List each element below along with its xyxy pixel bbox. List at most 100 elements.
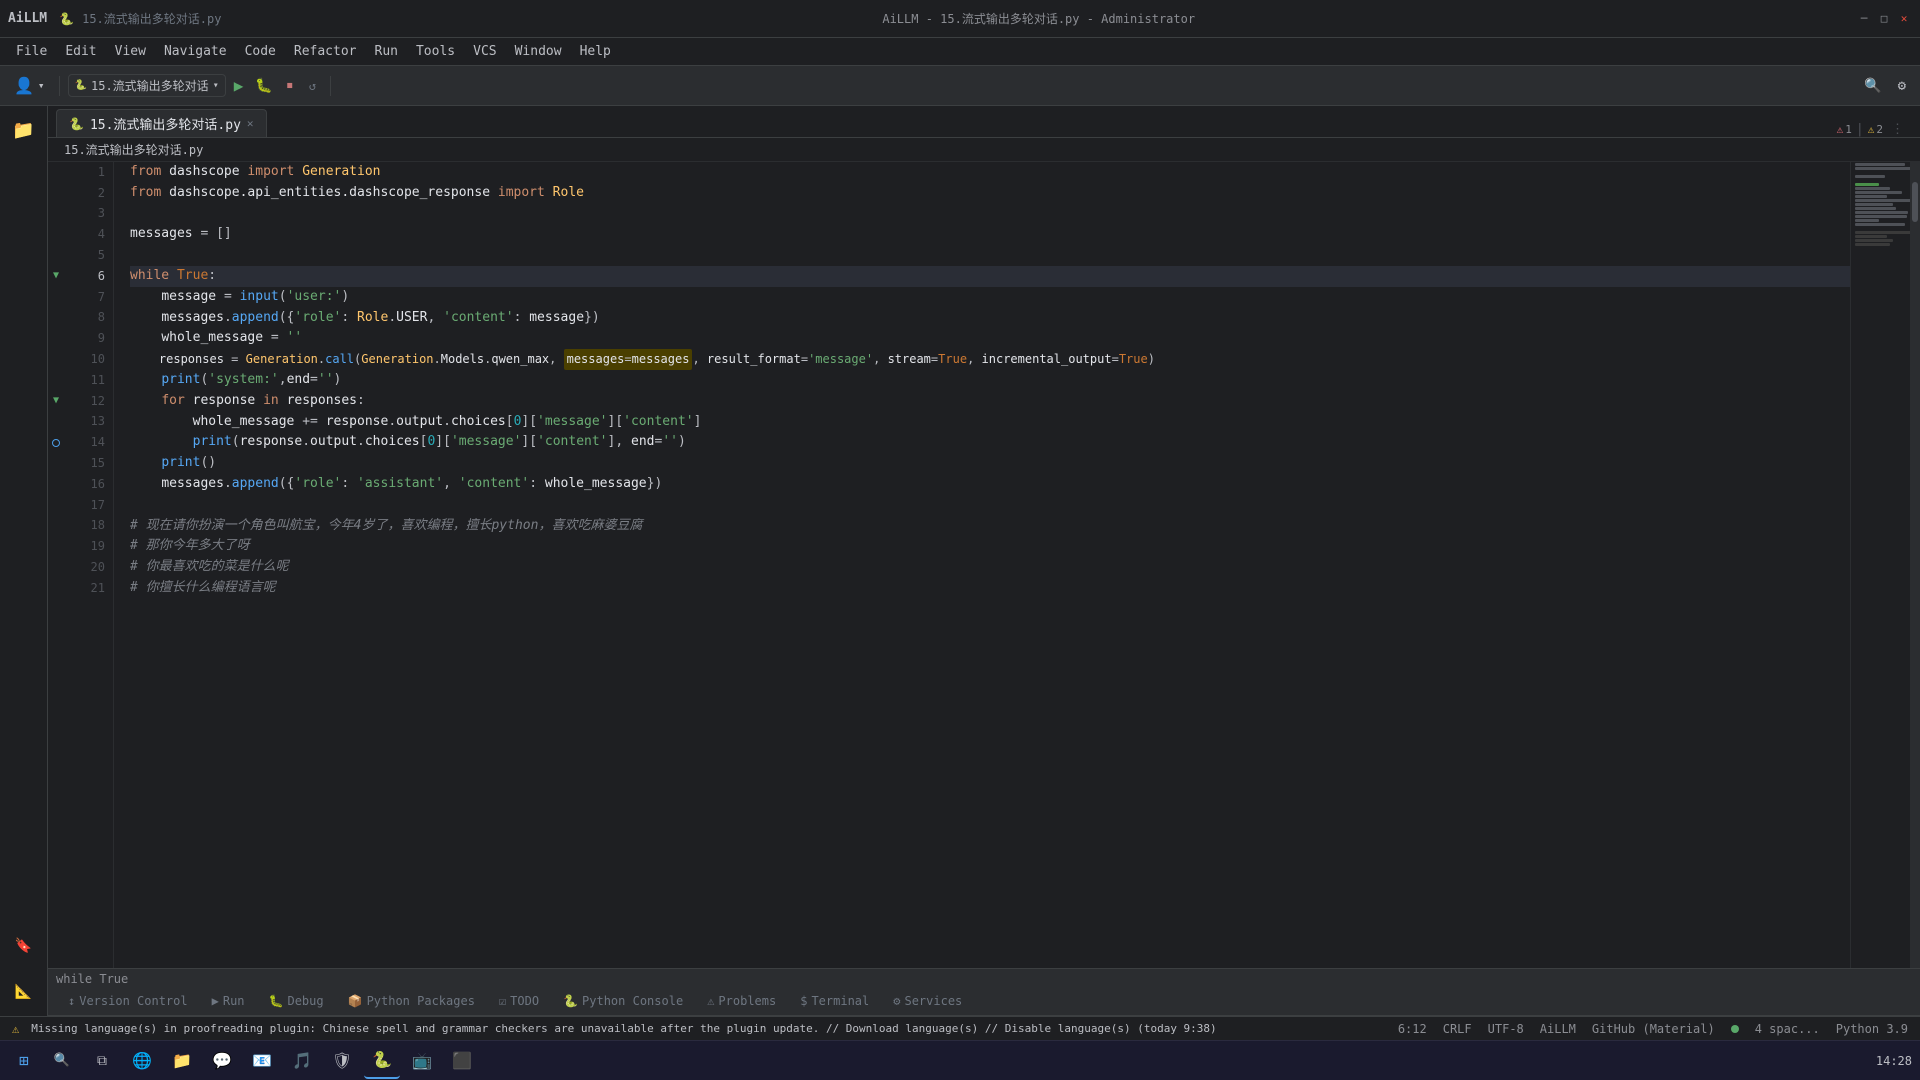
tab-terminal[interactable]: $ Terminal [788, 990, 881, 1014]
gutter-1 [48, 162, 64, 183]
line-num-19: 19 [72, 536, 105, 557]
tab-problems[interactable]: ⚠ Problems [695, 990, 788, 1014]
tab-debug[interactable]: 🐛 Debug [257, 990, 336, 1014]
maximize-button[interactable]: □ [1876, 11, 1892, 27]
menu-refactor[interactable]: Refactor [286, 42, 365, 61]
tab-python-packages-label: Python Packages [367, 994, 475, 1008]
taskbar-edge[interactable]: 🌐 [124, 1043, 160, 1079]
tab-problems-label: Problems [718, 994, 776, 1008]
code-line-12: for response in responses: [130, 391, 1850, 412]
line-num-18: 18 [72, 516, 105, 537]
menu-tools[interactable]: Tools [408, 42, 463, 61]
tab-services-label: Services [904, 994, 962, 1008]
gutter-4 [48, 224, 64, 245]
taskbar-music[interactable]: 🎵 [284, 1043, 320, 1079]
menu-view[interactable]: View [107, 42, 154, 61]
vertical-scrollbar[interactable] [1910, 162, 1920, 968]
gutter-6[interactable]: ▼ [48, 266, 64, 287]
sidebar-project-icon[interactable]: 📁 [4, 110, 44, 150]
taskbar-task-view[interactable]: ⧉ [84, 1043, 120, 1079]
line-num-4: 4 [72, 224, 105, 245]
status-right-section: 6:12 CRLF UTF-8 AiLLM GitHub (Material) … [1394, 1022, 1912, 1036]
app-window: AiLLM 🐍 15.流式输出多轮对话.py AiLLM - 15.流式输出多轮… [0, 0, 1920, 1080]
vcs-text: GitHub (Material) [1592, 1022, 1715, 1036]
taskbar-mail[interactable]: 📧 [244, 1043, 280, 1079]
code-content[interactable]: from dashscope import Generation from da… [114, 162, 1850, 968]
tab-todo[interactable]: ☑ TODO [487, 990, 551, 1014]
code-line-7: message = input('user:') [130, 287, 1850, 308]
menu-run[interactable]: Run [367, 42, 406, 61]
taskbar-search[interactable]: 🔍 [44, 1043, 80, 1079]
more-options-button[interactable]: ⋮ [1891, 122, 1904, 137]
terminal-icon: $ [800, 994, 807, 1008]
close-button[interactable]: ✕ [1896, 11, 1912, 27]
title-bar: AiLLM 🐍 15.流式输出多轮对话.py AiLLM - 15.流式输出多轮… [0, 0, 1920, 38]
debug-button[interactable]: 🐛 [251, 78, 276, 94]
taskbar-explorer[interactable]: 📁 [164, 1043, 200, 1079]
status-charset[interactable]: UTF-8 [1484, 1022, 1528, 1036]
status-profile[interactable]: AiLLM [1536, 1022, 1580, 1036]
tab-python-console[interactable]: 🐍 Python Console [551, 990, 695, 1014]
code-line-14: print(response.output.choices[0]['messag… [130, 432, 1850, 453]
reload-button[interactable]: ↺ [303, 76, 322, 96]
settings-button[interactable]: ⚙ [1892, 75, 1912, 97]
gutter-18 [48, 516, 64, 537]
line-num-13: 13 [72, 412, 105, 433]
taskbar-terminal-app[interactable]: ⬛ [444, 1043, 480, 1079]
run-config-selector[interactable]: 🐍 15.流式输出多轮对话 ▾ [68, 74, 226, 97]
taskbar-pycharm[interactable]: 🐍 [364, 1043, 400, 1079]
sidebar-structure-icon[interactable]: 📐 [4, 972, 44, 1012]
menu-vcs[interactable]: VCS [465, 42, 504, 61]
line-numbers: 1 2 3 4 5 6 7 8 9 10 11 12 13 14 [64, 162, 114, 968]
scroll-thumb[interactable] [1912, 182, 1918, 222]
windows-start-button[interactable]: ⊞ [8, 1045, 40, 1077]
line-ending-text: CRLF [1443, 1022, 1472, 1036]
minimize-button[interactable]: ─ [1856, 11, 1872, 27]
version-control-icon: ↕ [68, 994, 75, 1008]
status-line-col[interactable]: 6:12 [1394, 1022, 1431, 1036]
status-language[interactable]: Python 3.9 [1832, 1022, 1912, 1036]
code-editor[interactable]: ▼ ▼ [48, 162, 1920, 968]
menu-window[interactable]: Window [507, 42, 570, 61]
tab-services[interactable]: ⚙ Services [881, 990, 974, 1014]
breakpoint-dot[interactable] [52, 439, 60, 447]
menu-code[interactable]: Code [237, 42, 284, 61]
tab-version-control-label: Version Control [79, 994, 187, 1008]
tab-debug-label: Debug [287, 994, 323, 1008]
taskbar-chat[interactable]: 💬 [204, 1043, 240, 1079]
editor-tab-0[interactable]: 🐍 15.流式输出多轮对话.py ✕ [56, 109, 267, 137]
gutter-14[interactable] [48, 432, 64, 453]
code-line-15: print() [130, 453, 1850, 474]
status-indent[interactable]: 4 spac... [1751, 1022, 1824, 1036]
taskbar-media[interactable]: 📺 [404, 1043, 440, 1079]
line-num-7: 7 [72, 287, 105, 308]
menu-edit[interactable]: Edit [57, 42, 104, 61]
breadcrumb: 15.流式输出多轮对话.py [48, 138, 1920, 162]
status-green-indicator [1727, 1025, 1743, 1033]
status-vcs[interactable]: GitHub (Material) [1588, 1022, 1719, 1036]
tab-close-button[interactable]: ✕ [247, 117, 254, 130]
language-text: Python 3.9 [1836, 1022, 1908, 1036]
profile-button[interactable]: 👤 ▾ [8, 73, 51, 98]
sidebar-bookmarks-icon[interactable]: 🔖 [4, 926, 44, 966]
code-line-11: print('system:',end='') [130, 370, 1850, 391]
highlight-messages: messages=messages [564, 349, 693, 370]
menu-help[interactable]: Help [572, 42, 619, 61]
stop-button[interactable]: ⏹ [281, 75, 299, 96]
tab-python-packages[interactable]: 📦 Python Packages [336, 990, 487, 1014]
status-warning-indicator[interactable]: ⚠ [8, 1022, 23, 1036]
tab-run[interactable]: ▶ Run [200, 990, 257, 1014]
code-line-5 [130, 245, 1850, 266]
menu-navigate[interactable]: Navigate [156, 42, 235, 61]
menu-file[interactable]: File [8, 42, 55, 61]
run-button[interactable]: ▶ [230, 76, 248, 95]
line-num-15: 15 [72, 453, 105, 474]
windows-taskbar: ⊞ 🔍 ⧉ 🌐 📁 💬 📧 🎵 🛡 🐍 📺 ⬛ 14:28 [0, 1040, 1920, 1080]
gutter-20 [48, 557, 64, 578]
gutter-12[interactable]: ▼ [48, 391, 64, 412]
status-line-ending[interactable]: CRLF [1439, 1022, 1476, 1036]
search-everywhere-button[interactable]: 🔍 [1858, 75, 1887, 97]
taskbar-security[interactable]: 🛡 [324, 1043, 360, 1079]
gutter-16 [48, 474, 64, 495]
tab-version-control[interactable]: ↕ Version Control [56, 990, 200, 1014]
